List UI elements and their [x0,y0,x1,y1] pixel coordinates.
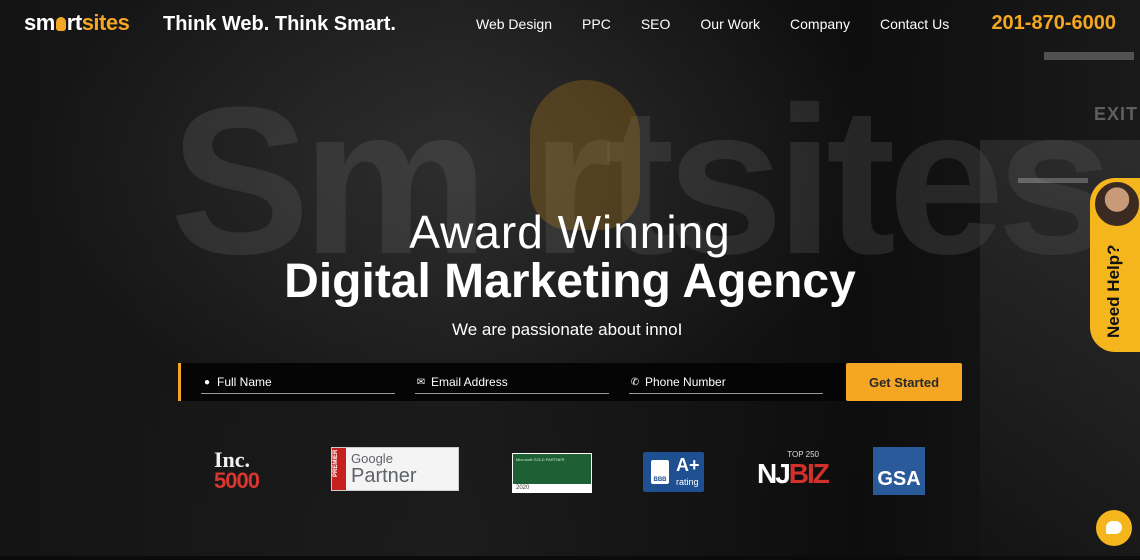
gsa-badge: GSA [873,447,925,495]
google-word: Google [351,451,393,466]
bbb-grade: A+ [676,455,700,475]
inc-number: 5000 [214,468,260,493]
envelope-icon: ✉ [416,376,426,388]
phone-number-link[interactable]: 201-870-6000 [991,12,1116,35]
top-nav: sm rtsites Think Web. Think Smart. Web De… [0,0,1140,48]
ms-badge-text: Microsoft GOLD PARTNER [516,457,565,462]
lightbulb-icon [55,17,66,31]
bbb-rating-label: rating [676,477,699,487]
njbiz-nj: NJ [757,458,791,489]
chat-launcher-button[interactable] [1096,510,1132,546]
need-help-widget[interactable]: Need Help? [1090,178,1140,352]
logo-text-pre: sm [24,10,55,35]
user-icon: ● [203,376,211,388]
email-placeholder: Email Address [431,375,508,389]
nav-contact-us[interactable]: Contact Us [880,16,949,32]
logo-text-mid: rt [66,10,82,35]
njbiz-name: NJBIZ [757,458,830,490]
bbb-logo: BBB [651,460,669,484]
ms-badge-year: 2020 [513,484,591,492]
need-help-label: Need Help? [1104,244,1123,338]
get-started-button[interactable]: Get Started [846,363,962,401]
full-name-field[interactable]: ● Full Name [201,371,395,394]
inc-5000-badge: Inc. 5000 [214,447,276,494]
nav-seo[interactable]: SEO [641,16,671,32]
bbb-rating-badge: BBB A+ rating [643,452,704,492]
nav-our-work[interactable]: Our Work [700,16,760,32]
nav-company[interactable]: Company [790,16,850,32]
njbiz-badge: TOP 250 NJBIZ [757,450,830,492]
ceiling-light [1018,178,1088,183]
premier-label: PREMIER [333,449,339,477]
premier-strip: PREMIER [332,448,346,490]
lead-form: ● Full Name ✉ Email Address ✆ Phone Numb… [178,363,845,401]
njbiz-biz: BIZ [788,458,830,489]
support-avatar [1093,180,1140,228]
phone-placeholder: Phone Number [645,375,726,389]
microsoft-partner-badge: Microsoft GOLD PARTNER 2020 [512,453,592,493]
hero-heading-line2: Digital Marketing Agency [284,255,856,308]
google-partner-badge: PREMIER Google Partner [331,447,459,491]
exit-sign: EXIT [1093,104,1138,124]
ceiling-light [1044,52,1134,60]
chat-bubble-icon [1106,521,1122,534]
phone-field[interactable]: ✆ Phone Number [629,371,823,394]
site-logo[interactable]: sm rtsites [24,10,130,36]
email-field[interactable]: ✉ Email Address [415,371,609,394]
hero-subtitle: We are passionate about innoI [452,320,683,339]
tagline: Think Web. Think Smart. [163,13,396,35]
nav-ppc[interactable]: PPC [582,16,611,32]
nav-web-design[interactable]: Web Design [476,16,552,32]
logo-text-post: sites [81,10,130,35]
hero-heading-line1: Award Winning [409,206,731,258]
inc-title: Inc. [214,447,251,472]
partner-word: Partner [351,465,417,487]
main-menu: Web Design PPC SEO Our Work Company Cont… [476,16,979,32]
phone-icon: ✆ [630,376,640,388]
full-name-placeholder: Full Name [217,375,272,389]
